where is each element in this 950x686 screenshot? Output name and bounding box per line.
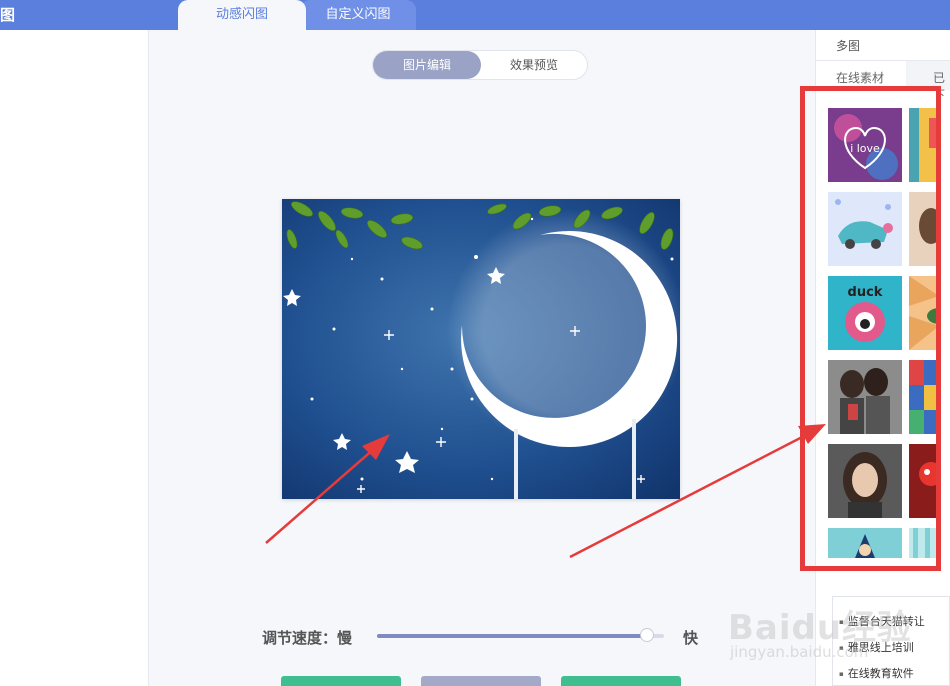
top-bar: 图 自定义闪图 动感闪图 (0, 0, 950, 30)
bottom-action-button-3[interactable] (561, 676, 681, 686)
speed-label: 调节速度：慢 (262, 629, 353, 647)
image-edit-button[interactable]: 图片编辑 (373, 51, 481, 79)
app-title: 图 (0, 6, 16, 24)
left-panel (0, 30, 149, 686)
material-panel-title: 多图 (836, 39, 861, 53)
effect-preview-button[interactable]: 效果预览 (481, 51, 587, 79)
tab-custom-flash[interactable]: 自定义闪图 (300, 0, 416, 30)
bottom-action-button-1[interactable] (281, 676, 401, 686)
bottom-action-button-2[interactable] (421, 676, 541, 686)
fast-label: 快 (683, 629, 699, 647)
baidu-watermark-url: jingyan.baidu.com (730, 643, 869, 661)
tab-dynamic-flash[interactable]: 动感闪图 (178, 0, 306, 30)
speed-slider-fill (377, 634, 647, 638)
ad-item[interactable]: 在线教育软件 (839, 665, 914, 681)
canvas-image[interactable] (282, 199, 680, 499)
highlight-box (800, 86, 941, 571)
view-toggle: 图片编辑 效果预览 (372, 50, 588, 80)
speed-slider-handle[interactable] (639, 628, 654, 642)
speed-slider[interactable] (377, 628, 664, 642)
tab-online-material[interactable]: 在线素材 (836, 69, 884, 86)
baidu-watermark: Baidu经验 (728, 608, 913, 648)
